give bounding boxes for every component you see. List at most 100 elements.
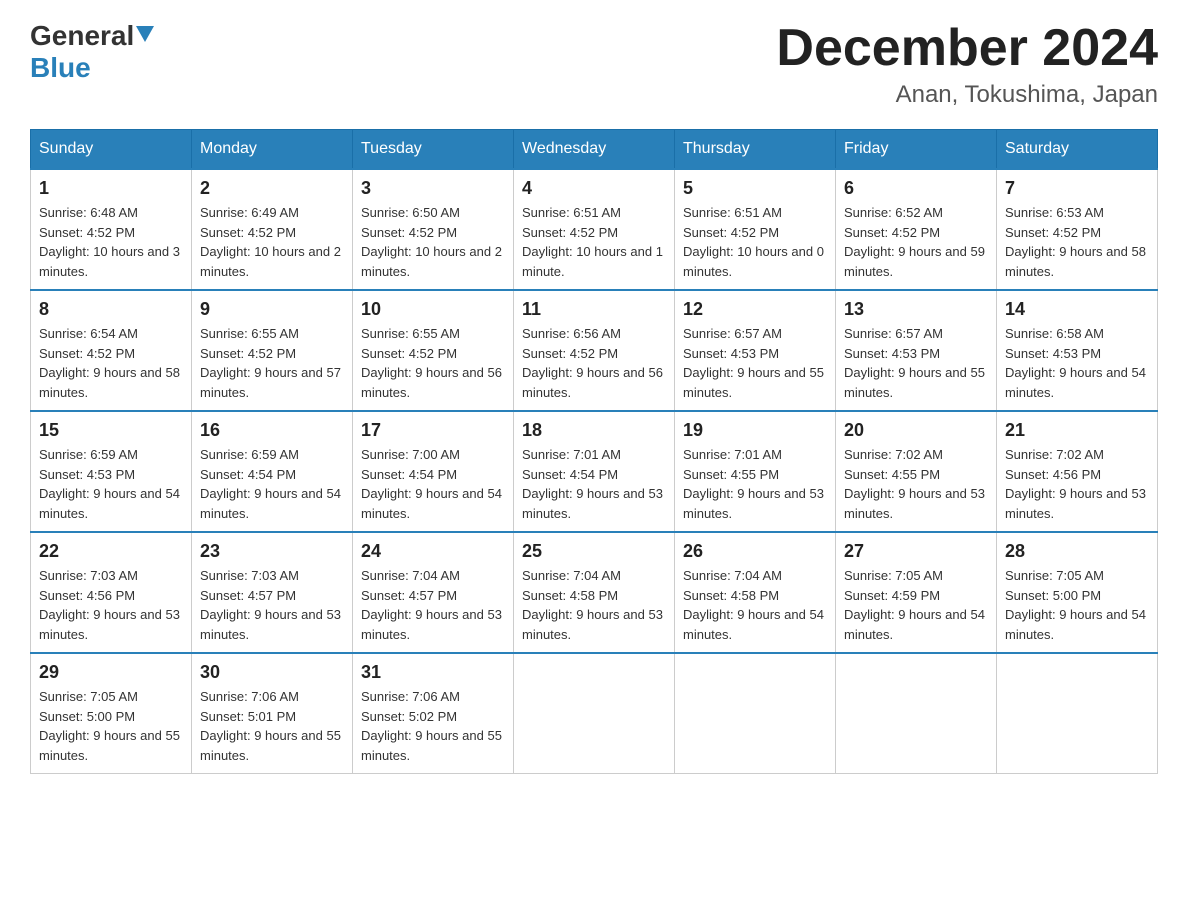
day-number: 17 — [361, 420, 505, 441]
day-number: 28 — [1005, 541, 1149, 562]
calendar-cell — [836, 653, 997, 774]
day-info: Sunrise: 6:52 AM Sunset: 4:52 PM Dayligh… — [844, 203, 988, 281]
day-info: Sunrise: 6:55 AM Sunset: 4:52 PM Dayligh… — [200, 324, 344, 402]
calendar-title: December 2024 — [776, 20, 1158, 77]
day-info: Sunrise: 7:00 AM Sunset: 4:54 PM Dayligh… — [361, 445, 505, 523]
calendar-table: Sunday Monday Tuesday Wednesday Thursday… — [30, 129, 1158, 774]
day-info: Sunrise: 7:04 AM Sunset: 4:58 PM Dayligh… — [522, 566, 666, 644]
day-number: 27 — [844, 541, 988, 562]
calendar-cell — [997, 653, 1158, 774]
day-info: Sunrise: 7:06 AM Sunset: 5:01 PM Dayligh… — [200, 687, 344, 765]
col-friday: Friday — [836, 130, 997, 170]
day-number: 7 — [1005, 178, 1149, 199]
calendar-cell: 28 Sunrise: 7:05 AM Sunset: 5:00 PM Dayl… — [997, 532, 1158, 653]
day-info: Sunrise: 7:05 AM Sunset: 4:59 PM Dayligh… — [844, 566, 988, 644]
calendar-cell: 17 Sunrise: 7:00 AM Sunset: 4:54 PM Dayl… — [353, 411, 514, 532]
day-number: 30 — [200, 662, 344, 683]
day-info: Sunrise: 7:04 AM Sunset: 4:58 PM Dayligh… — [683, 566, 827, 644]
week-row-5: 29 Sunrise: 7:05 AM Sunset: 5:00 PM Dayl… — [31, 653, 1158, 774]
calendar-cell: 31 Sunrise: 7:06 AM Sunset: 5:02 PM Dayl… — [353, 653, 514, 774]
calendar-subtitle: Anan, Tokushima, Japan — [776, 81, 1158, 109]
day-number: 21 — [1005, 420, 1149, 441]
day-number: 3 — [361, 178, 505, 199]
day-info: Sunrise: 7:06 AM Sunset: 5:02 PM Dayligh… — [361, 687, 505, 765]
day-info: Sunrise: 7:02 AM Sunset: 4:56 PM Dayligh… — [1005, 445, 1149, 523]
day-info: Sunrise: 6:57 AM Sunset: 4:53 PM Dayligh… — [683, 324, 827, 402]
day-info: Sunrise: 6:49 AM Sunset: 4:52 PM Dayligh… — [200, 203, 344, 281]
day-number: 25 — [522, 541, 666, 562]
day-number: 13 — [844, 299, 988, 320]
calendar-cell: 6 Sunrise: 6:52 AM Sunset: 4:52 PM Dayli… — [836, 169, 997, 290]
logo-general-text: General — [30, 20, 134, 52]
day-number: 29 — [39, 662, 183, 683]
logo-blue-text: Blue — [30, 52, 91, 83]
day-number: 9 — [200, 299, 344, 320]
calendar-cell: 10 Sunrise: 6:55 AM Sunset: 4:52 PM Dayl… — [353, 290, 514, 411]
day-info: Sunrise: 6:59 AM Sunset: 4:53 PM Dayligh… — [39, 445, 183, 523]
col-tuesday: Tuesday — [353, 130, 514, 170]
logo: General Blue — [30, 20, 154, 84]
day-info: Sunrise: 7:01 AM Sunset: 4:55 PM Dayligh… — [683, 445, 827, 523]
day-info: Sunrise: 6:51 AM Sunset: 4:52 PM Dayligh… — [683, 203, 827, 281]
calendar-cell: 16 Sunrise: 6:59 AM Sunset: 4:54 PM Dayl… — [192, 411, 353, 532]
day-number: 16 — [200, 420, 344, 441]
day-info: Sunrise: 7:03 AM Sunset: 4:57 PM Dayligh… — [200, 566, 344, 644]
title-section: December 2024 Anan, Tokushima, Japan — [776, 20, 1158, 109]
day-info: Sunrise: 6:57 AM Sunset: 4:53 PM Dayligh… — [844, 324, 988, 402]
week-row-2: 8 Sunrise: 6:54 AM Sunset: 4:52 PM Dayli… — [31, 290, 1158, 411]
calendar-cell: 27 Sunrise: 7:05 AM Sunset: 4:59 PM Dayl… — [836, 532, 997, 653]
calendar-cell: 25 Sunrise: 7:04 AM Sunset: 4:58 PM Dayl… — [514, 532, 675, 653]
col-wednesday: Wednesday — [514, 130, 675, 170]
day-number: 11 — [522, 299, 666, 320]
week-row-4: 22 Sunrise: 7:03 AM Sunset: 4:56 PM Dayl… — [31, 532, 1158, 653]
day-info: Sunrise: 6:53 AM Sunset: 4:52 PM Dayligh… — [1005, 203, 1149, 281]
day-number: 15 — [39, 420, 183, 441]
calendar-cell: 11 Sunrise: 6:56 AM Sunset: 4:52 PM Dayl… — [514, 290, 675, 411]
calendar-cell: 4 Sunrise: 6:51 AM Sunset: 4:52 PM Dayli… — [514, 169, 675, 290]
day-info: Sunrise: 7:04 AM Sunset: 4:57 PM Dayligh… — [361, 566, 505, 644]
calendar-cell: 13 Sunrise: 6:57 AM Sunset: 4:53 PM Dayl… — [836, 290, 997, 411]
day-info: Sunrise: 6:59 AM Sunset: 4:54 PM Dayligh… — [200, 445, 344, 523]
day-number: 12 — [683, 299, 827, 320]
calendar-cell: 29 Sunrise: 7:05 AM Sunset: 5:00 PM Dayl… — [31, 653, 192, 774]
calendar-cell: 5 Sunrise: 6:51 AM Sunset: 4:52 PM Dayli… — [675, 169, 836, 290]
week-row-3: 15 Sunrise: 6:59 AM Sunset: 4:53 PM Dayl… — [31, 411, 1158, 532]
calendar-cell: 23 Sunrise: 7:03 AM Sunset: 4:57 PM Dayl… — [192, 532, 353, 653]
day-number: 19 — [683, 420, 827, 441]
day-number: 4 — [522, 178, 666, 199]
day-number: 23 — [200, 541, 344, 562]
col-monday: Monday — [192, 130, 353, 170]
calendar-cell — [514, 653, 675, 774]
calendar-cell: 7 Sunrise: 6:53 AM Sunset: 4:52 PM Dayli… — [997, 169, 1158, 290]
day-info: Sunrise: 6:56 AM Sunset: 4:52 PM Dayligh… — [522, 324, 666, 402]
calendar-cell: 14 Sunrise: 6:58 AM Sunset: 4:53 PM Dayl… — [997, 290, 1158, 411]
calendar-cell: 2 Sunrise: 6:49 AM Sunset: 4:52 PM Dayli… — [192, 169, 353, 290]
calendar-cell: 30 Sunrise: 7:06 AM Sunset: 5:01 PM Dayl… — [192, 653, 353, 774]
day-info: Sunrise: 7:05 AM Sunset: 5:00 PM Dayligh… — [39, 687, 183, 765]
day-info: Sunrise: 6:55 AM Sunset: 4:52 PM Dayligh… — [361, 324, 505, 402]
day-number: 8 — [39, 299, 183, 320]
calendar-cell: 3 Sunrise: 6:50 AM Sunset: 4:52 PM Dayli… — [353, 169, 514, 290]
day-number: 31 — [361, 662, 505, 683]
calendar-cell: 21 Sunrise: 7:02 AM Sunset: 4:56 PM Dayl… — [997, 411, 1158, 532]
day-number: 10 — [361, 299, 505, 320]
calendar-cell: 18 Sunrise: 7:01 AM Sunset: 4:54 PM Dayl… — [514, 411, 675, 532]
day-info: Sunrise: 6:51 AM Sunset: 4:52 PM Dayligh… — [522, 203, 666, 281]
day-number: 1 — [39, 178, 183, 199]
day-number: 26 — [683, 541, 827, 562]
col-saturday: Saturday — [997, 130, 1158, 170]
day-number: 5 — [683, 178, 827, 199]
day-number: 20 — [844, 420, 988, 441]
col-thursday: Thursday — [675, 130, 836, 170]
day-info: Sunrise: 7:05 AM Sunset: 5:00 PM Dayligh… — [1005, 566, 1149, 644]
calendar-cell: 20 Sunrise: 7:02 AM Sunset: 4:55 PM Dayl… — [836, 411, 997, 532]
day-number: 22 — [39, 541, 183, 562]
calendar-cell: 24 Sunrise: 7:04 AM Sunset: 4:57 PM Dayl… — [353, 532, 514, 653]
calendar-cell: 1 Sunrise: 6:48 AM Sunset: 4:52 PM Dayli… — [31, 169, 192, 290]
day-number: 18 — [522, 420, 666, 441]
calendar-cell: 9 Sunrise: 6:55 AM Sunset: 4:52 PM Dayli… — [192, 290, 353, 411]
day-info: Sunrise: 7:01 AM Sunset: 4:54 PM Dayligh… — [522, 445, 666, 523]
calendar-cell: 22 Sunrise: 7:03 AM Sunset: 4:56 PM Dayl… — [31, 532, 192, 653]
col-sunday: Sunday — [31, 130, 192, 170]
day-info: Sunrise: 6:54 AM Sunset: 4:52 PM Dayligh… — [39, 324, 183, 402]
